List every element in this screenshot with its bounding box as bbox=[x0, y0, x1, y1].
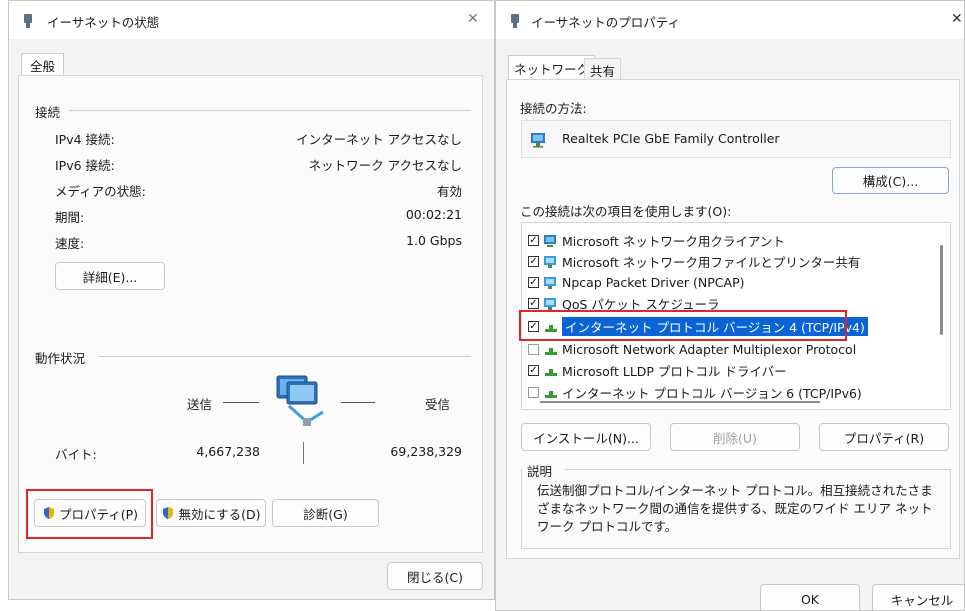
network-adapter-icon bbox=[24, 14, 32, 28]
close-icon[interactable]: ✕ bbox=[951, 11, 963, 27]
checkbox-checked[interactable]: ✓ bbox=[528, 298, 539, 309]
network-service-icon bbox=[544, 297, 556, 310]
adapter-name: Realtek PCIe GbE Family Controller bbox=[562, 131, 780, 146]
media-state-label: メディアの状態: bbox=[55, 184, 146, 199]
cancel-button[interactable]: キャンセル bbox=[872, 584, 964, 610]
close-button[interactable]: 閉じる(C) bbox=[387, 562, 483, 590]
connection-divider bbox=[69, 110, 471, 111]
protocol-icon bbox=[545, 368, 557, 376]
speed-value: 1.0 Gbps bbox=[406, 233, 462, 248]
list-item[interactable]: インターネット プロトコル バージョン 6 (TCP/IPv6) bbox=[528, 383, 862, 402]
checkbox-checked[interactable]: ✓ bbox=[528, 256, 539, 267]
received-label: 受信 bbox=[425, 397, 451, 412]
disable-button-label: 無効にする(D) bbox=[178, 506, 261, 522]
ok-button[interactable]: OK bbox=[760, 584, 860, 610]
tab-sharing-label: 共有 bbox=[590, 64, 616, 79]
ipv6-label: IPv6 接続: bbox=[55, 158, 115, 173]
adapter-box: Realtek PCIe GbE Family Controller bbox=[521, 120, 951, 158]
speed-label: 速度: bbox=[55, 236, 85, 251]
configure-button-label: 構成(C)... bbox=[862, 174, 919, 189]
ipv4-value: インターネット アクセスなし bbox=[296, 132, 462, 147]
list-item[interactable]: ✓ Microsoft ネットワーク用クライアント bbox=[528, 231, 785, 250]
cancel-button-label: キャンセル bbox=[890, 592, 954, 608]
ipv4-label: IPv4 接続: bbox=[55, 132, 115, 147]
ipv4-highlight-box bbox=[519, 310, 847, 341]
activity-divider bbox=[99, 356, 471, 357]
bytes-received-value: 69,238,329 bbox=[390, 444, 462, 459]
network-service-icon bbox=[544, 255, 556, 268]
install-button-label: インストール(N)... bbox=[533, 430, 639, 446]
activity-heading: 動作状況 bbox=[35, 351, 86, 366]
list-item-label: Npcap Packet Driver (NPCAP) bbox=[562, 275, 745, 290]
vertical-scrollbar[interactable] bbox=[940, 245, 943, 335]
diagnose-button[interactable]: 診断(G) bbox=[272, 499, 379, 527]
list-item[interactable]: Microsoft Network Adapter Multiplexor Pr… bbox=[528, 340, 856, 359]
list-item-label: Microsoft ネットワーク用クライアント bbox=[562, 234, 785, 249]
description-divider bbox=[565, 469, 951, 470]
details-button[interactable]: 詳細(E)... bbox=[55, 262, 165, 290]
list-item[interactable]: ✓ Npcap Packet Driver (NPCAP) bbox=[528, 273, 745, 292]
tab-network[interactable]: ネットワーク bbox=[508, 55, 596, 79]
configure-button[interactable]: 構成(C)... bbox=[832, 167, 949, 194]
duration-label: 期間: bbox=[55, 210, 85, 225]
tab-sharing[interactable]: 共有 bbox=[584, 58, 622, 79]
bytes-label: バイト: bbox=[55, 447, 97, 462]
properties-highlight-box bbox=[26, 489, 153, 539]
uninstall-button-label: 削除(U) bbox=[713, 430, 757, 446]
horizontal-scrollbar[interactable] bbox=[540, 401, 820, 403]
list-item-label: インターネット プロトコル バージョン 6 (TCP/IPv6) bbox=[562, 386, 862, 401]
network-adapter-icon bbox=[511, 14, 519, 28]
items-label: この接続は次の項目を使用します(O): bbox=[520, 204, 732, 219]
ethernet-properties-window: イーサネットのプロパティ ✕ ネットワーク 共有 接続の方法: Realtek … bbox=[495, 0, 965, 611]
description-text: 伝送制御プロトコル/インターネット プロトコル。相互接続されたさまざまなネットワ… bbox=[537, 483, 933, 534]
duration-value: 00:02:21 bbox=[405, 207, 462, 222]
checkbox-checked[interactable]: ✓ bbox=[528, 235, 539, 246]
network-service-icon bbox=[544, 276, 556, 289]
checkbox-checked[interactable]: ✓ bbox=[528, 277, 539, 288]
network-client-icon bbox=[544, 234, 556, 247]
bytes-divider bbox=[303, 442, 304, 464]
sent-label: 送信 bbox=[187, 397, 213, 412]
item-properties-button-label: プロパティ(R) bbox=[843, 430, 925, 446]
sent-line bbox=[223, 402, 259, 403]
connect-using-label: 接続の方法: bbox=[520, 101, 587, 116]
ipv6-value: ネットワーク アクセスなし bbox=[308, 158, 462, 173]
ethernet-status-window: イーサネットの状態 ✕ 全般 接続 IPv4 接続: インターネット アクセスな… bbox=[8, 0, 495, 600]
list-item[interactable]: ✓ Microsoft ネットワーク用ファイルとプリンター共有 bbox=[528, 252, 860, 271]
diagnose-button-label: 診断(G) bbox=[303, 506, 348, 522]
tab-general[interactable]: 全般 bbox=[21, 53, 65, 75]
close-button-label: 閉じる(C) bbox=[407, 569, 463, 585]
checkbox-checked[interactable]: ✓ bbox=[528, 365, 539, 376]
item-properties-button[interactable]: プロパティ(R) bbox=[819, 423, 949, 451]
bytes-sent-value: 4,667,238 bbox=[196, 444, 260, 459]
details-button-label: 詳細(E)... bbox=[82, 269, 138, 285]
list-item-label: Microsoft LLDP プロトコル ドライバー bbox=[562, 364, 787, 379]
window-title: イーサネットのプロパティ bbox=[531, 15, 681, 30]
window-title: イーサネットの状態 bbox=[47, 15, 160, 30]
protocol-icon bbox=[545, 390, 557, 398]
disable-button[interactable]: 無効にする(D) bbox=[156, 499, 266, 527]
list-item-label: Microsoft ネットワーク用ファイルとプリンター共有 bbox=[562, 255, 861, 270]
uac-shield-icon bbox=[163, 507, 174, 519]
tab-network-label: ネットワーク bbox=[514, 62, 590, 77]
install-button[interactable]: インストール(N)... bbox=[521, 423, 651, 451]
network-activity-icon bbox=[276, 375, 324, 426]
protocol-icon bbox=[545, 347, 557, 355]
general-panel: 接続 IPv4 接続: インターネット アクセスなし IPv6 接続: ネットワ… bbox=[18, 75, 483, 553]
received-line bbox=[341, 402, 375, 403]
connection-heading: 接続 bbox=[35, 105, 61, 120]
checkbox-unchecked[interactable] bbox=[528, 344, 539, 355]
media-state-value: 有効 bbox=[436, 184, 462, 199]
ok-button-label: OK bbox=[800, 591, 820, 607]
list-item[interactable]: ✓ Microsoft LLDP プロトコル ドライバー bbox=[528, 361, 787, 380]
close-icon[interactable]: ✕ bbox=[467, 11, 479, 27]
network-panel: 接続の方法: Realtek PCIe GbE Family Controlle… bbox=[506, 79, 960, 559]
list-item-label: Microsoft Network Adapter Multiplexor Pr… bbox=[562, 342, 857, 357]
uninstall-button[interactable]: 削除(U) bbox=[670, 423, 800, 451]
checkbox-unchecked[interactable] bbox=[528, 387, 539, 398]
tab-general-label: 全般 bbox=[30, 59, 56, 74]
adapter-icon bbox=[531, 133, 545, 148]
